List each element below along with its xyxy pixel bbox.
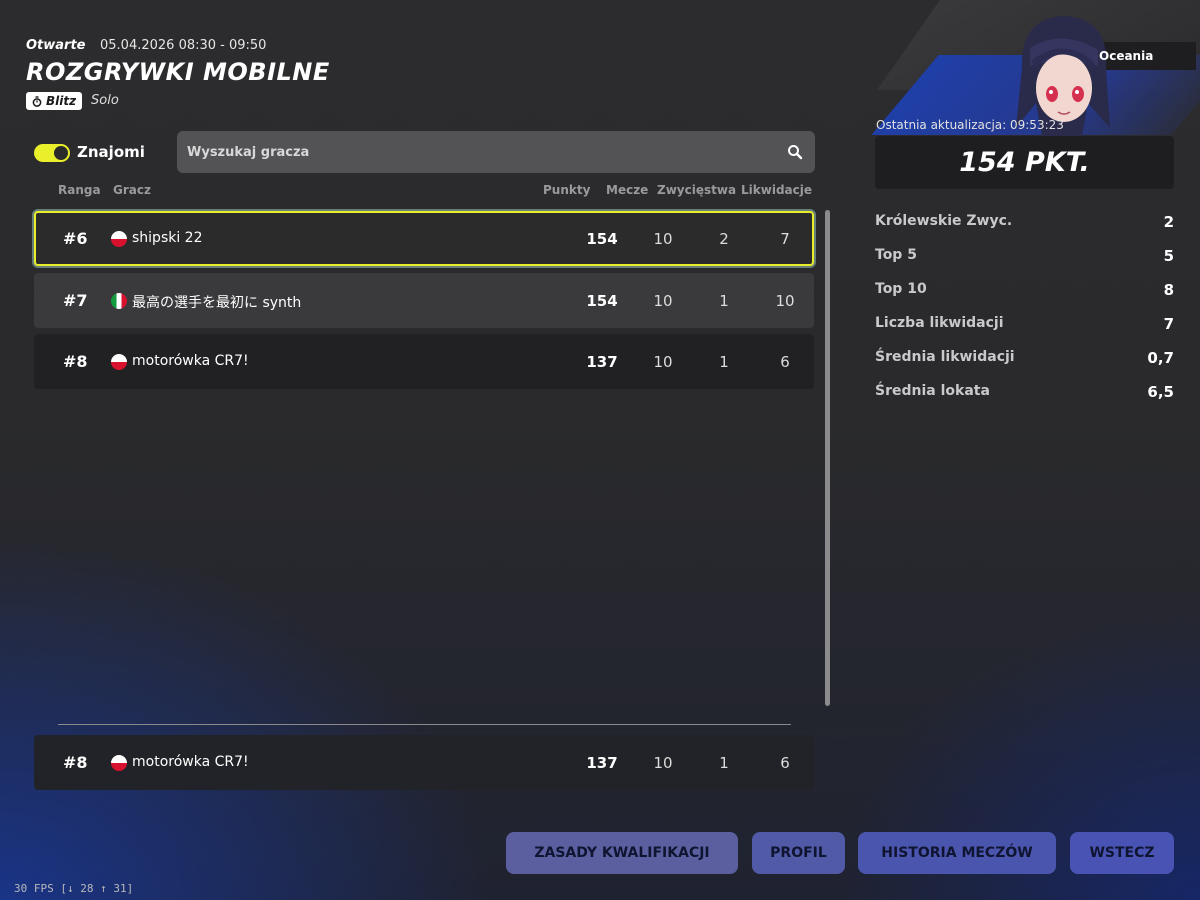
- profile-button[interactable]: PROFIL: [752, 832, 845, 874]
- row-eliminations: 10: [775, 292, 795, 310]
- poland-flag-icon: [111, 354, 127, 370]
- row-wins: 2: [719, 230, 729, 248]
- qualification-rules-button[interactable]: ZASADY KWALIFIKACJI: [506, 832, 738, 874]
- row-eliminations: 6: [780, 353, 790, 371]
- stat-value: 2: [1163, 213, 1174, 231]
- stat-label: Top 10: [875, 281, 927, 297]
- stat-value: 0,7: [1147, 349, 1174, 367]
- stat-label: Top 5: [875, 247, 917, 263]
- column-header-matches: Mecze: [606, 183, 649, 197]
- column-header-eliminations: Likwidacje: [741, 183, 812, 197]
- mode-badge-label: Blitz: [46, 94, 77, 108]
- back-button[interactable]: WSTECZ: [1070, 832, 1174, 874]
- row-wins: 1: [719, 754, 729, 772]
- last-update: Ostatnia aktualizacja: 09:53:23: [876, 118, 1064, 132]
- row-player-name: shipski 22: [132, 230, 203, 246]
- mode-type: Solo: [91, 93, 119, 108]
- score-box: 154 PKT.: [875, 136, 1174, 189]
- search-box: [177, 131, 815, 173]
- row-points: 137: [586, 754, 618, 772]
- column-header-wins: Zwycięstwa: [657, 183, 737, 197]
- stat-value: 8: [1163, 281, 1174, 299]
- row-wins: 1: [719, 292, 729, 310]
- tournament-date-range: 05.04.2026 08:30 - 09:50: [100, 38, 267, 53]
- row-player-name: motorówka CR7!: [132, 754, 249, 770]
- leaderboard-scrollbar[interactable]: [825, 210, 830, 706]
- search-icon[interactable]: [787, 144, 803, 160]
- row-eliminations: 7: [780, 230, 790, 248]
- my-player-row[interactable]: #8 motorówka CR7! 137 10 1 6: [34, 735, 814, 790]
- stat-value: 7: [1163, 315, 1174, 333]
- leaderboard-row[interactable]: #7 最高の選手を最初に synth 154 10 1 10: [34, 273, 814, 328]
- row-player-name: 最高の選手を最初に synth: [132, 295, 302, 311]
- toggle-knob: [54, 146, 68, 160]
- stat-label: Średnia likwidacji: [875, 349, 1015, 365]
- row-points: 154: [586, 230, 618, 248]
- friends-toggle[interactable]: [34, 144, 70, 162]
- row-rank: #6: [63, 229, 88, 248]
- mode-badge: Blitz: [26, 92, 83, 110]
- column-header-rank: Ranga: [58, 183, 101, 197]
- divider: [58, 724, 791, 725]
- stat-label: Królewskie Zwyc.: [875, 213, 1013, 229]
- row-matches: 10: [653, 754, 673, 772]
- row-points: 154: [586, 292, 618, 310]
- italy-flag-icon: [111, 293, 127, 309]
- stat-label: Liczba likwidacji: [875, 315, 1004, 331]
- row-player-name: motorówka CR7!: [132, 353, 249, 369]
- region-label: Oceania: [1099, 49, 1154, 63]
- tournament-status: Otwarte: [26, 38, 86, 53]
- blitz-timer-icon: [32, 95, 42, 107]
- match-history-button[interactable]: HISTORIA MECZÓW: [858, 832, 1056, 874]
- stat-value: 5: [1163, 247, 1174, 265]
- row-rank: #7: [63, 291, 88, 310]
- search-input[interactable]: [177, 131, 767, 173]
- row-matches: 10: [653, 353, 673, 371]
- page-title: ROZGRYWKI MOBILNE: [26, 58, 330, 86]
- leaderboard-row-selected[interactable]: #6 shipski 22 154 10 2 7: [34, 211, 814, 266]
- friends-toggle-label: Znajomi: [77, 143, 145, 161]
- column-header-player: Gracz: [113, 183, 151, 197]
- row-points: 137: [586, 353, 618, 371]
- fps-counter: 30 FPS [↓ 28 ↑ 31]: [14, 882, 134, 895]
- row-eliminations: 6: [780, 754, 790, 772]
- row-matches: 10: [653, 292, 673, 310]
- poland-flag-icon: [111, 755, 127, 771]
- poland-flag-icon: [111, 231, 127, 247]
- total-score: 154 PKT.: [959, 147, 1090, 178]
- row-matches: 10: [653, 230, 673, 248]
- row-rank: #8: [63, 352, 88, 371]
- stat-value: 6,5: [1147, 383, 1174, 401]
- column-header-points: Punkty: [543, 183, 591, 197]
- row-rank: #8: [63, 753, 88, 772]
- leaderboard-row[interactable]: #8 motorówka CR7! 137 10 1 6: [34, 334, 814, 389]
- stat-label: Średnia lokata: [875, 383, 990, 399]
- row-wins: 1: [719, 353, 729, 371]
